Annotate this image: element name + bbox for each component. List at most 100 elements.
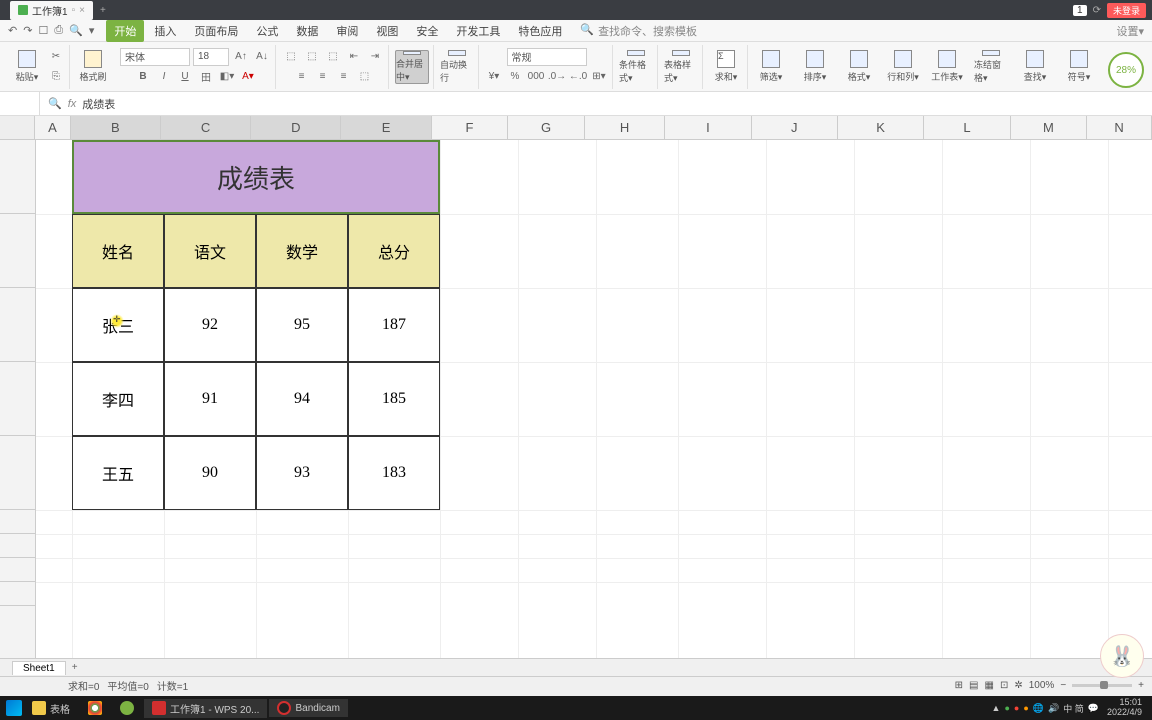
menu-start[interactable]: 开始 xyxy=(106,20,144,42)
data-cell[interactable]: 185 xyxy=(348,362,440,436)
tab-close-icon[interactable]: × xyxy=(79,5,85,16)
cut-button[interactable]: ✂ xyxy=(47,48,65,66)
row-header[interactable] xyxy=(0,558,35,582)
wrap-text-button[interactable]: 自动换行 xyxy=(440,50,474,84)
data-cell[interactable]: 王五 xyxy=(72,436,164,510)
bold-button[interactable]: B xyxy=(134,68,152,86)
number-format-select[interactable]: 常规 xyxy=(507,48,587,66)
col-header-M[interactable]: M xyxy=(1011,116,1088,139)
row-header[interactable] xyxy=(0,362,35,436)
align-center-button[interactable]: ≡ xyxy=(314,68,332,86)
tray-volume-icon[interactable]: 🔊 xyxy=(1048,703,1059,714)
data-cell[interactable]: 92 xyxy=(164,288,256,362)
col-header-F[interactable]: F xyxy=(432,116,509,139)
zoom-out-button[interactable]: − xyxy=(1060,680,1066,691)
undo-button[interactable]: ↶ xyxy=(8,24,17,37)
tray-icon[interactable]: ● xyxy=(1023,703,1028,713)
fx-label[interactable]: fx xyxy=(68,98,77,110)
taskbar-chrome[interactable] xyxy=(80,699,110,717)
qat-more-button[interactable]: ▾ xyxy=(89,24,95,37)
performance-badge[interactable]: 28% xyxy=(1108,52,1144,88)
col-header-H[interactable]: H xyxy=(585,116,665,139)
inc-decimal-button[interactable]: .0→ xyxy=(548,68,566,86)
row-header[interactable] xyxy=(0,214,35,288)
menu-insert[interactable]: 插入 xyxy=(146,20,184,42)
data-cell[interactable]: 李四 xyxy=(72,362,164,436)
start-button[interactable] xyxy=(6,700,22,716)
tray-notifications-icon[interactable]: 💬 xyxy=(1088,703,1099,714)
taskbar-wps[interactable]: 工作簿1 - WPS 20... xyxy=(144,699,267,718)
row-header[interactable] xyxy=(0,140,35,214)
data-cell[interactable]: 90 xyxy=(164,436,256,510)
grow-font-button[interactable]: A↑ xyxy=(232,48,250,66)
fill-color-button[interactable]: ◧▾ xyxy=(218,68,236,86)
tray-ime[interactable]: 中 简 xyxy=(1063,702,1084,715)
menu-dev[interactable]: 开发工具 xyxy=(448,20,508,42)
type-convert-button[interactable]: ⊞▾ xyxy=(590,68,608,86)
copy-button[interactable]: ⎘ xyxy=(47,68,65,86)
shrink-font-button[interactable]: A↓ xyxy=(253,48,271,66)
font-color-button[interactable]: A▾ xyxy=(239,68,257,86)
row-header[interactable] xyxy=(0,534,35,558)
zoom-level[interactable]: 100% xyxy=(1029,680,1055,691)
add-sheet-button[interactable]: + xyxy=(66,662,84,673)
merge-center-button[interactable]: 合并居中▾ xyxy=(395,50,429,84)
taskbar-bandicam[interactable]: Bandicam xyxy=(269,699,347,717)
find-button[interactable]: 查找▾ xyxy=(1018,50,1052,84)
align-bottom-button[interactable]: ⬚ xyxy=(324,48,342,66)
sort-button[interactable]: 排序▾ xyxy=(798,50,832,84)
sheet-tab[interactable]: Sheet1 xyxy=(12,661,66,675)
data-cell[interactable]: 91 xyxy=(164,362,256,436)
header-cell[interactable]: 总分 xyxy=(348,214,440,288)
indent-dec-button[interactable]: ⇤ xyxy=(345,48,363,66)
cloud-icon[interactable]: ⟳ xyxy=(1093,5,1101,16)
col-header-I[interactable]: I xyxy=(665,116,751,139)
taskbar-wechat[interactable] xyxy=(112,699,142,717)
col-header-K[interactable]: K xyxy=(838,116,924,139)
col-header-E[interactable]: E xyxy=(341,116,431,139)
table-title-cell[interactable]: 成绩表 xyxy=(72,140,440,214)
row-header[interactable] xyxy=(0,436,35,510)
font-size-select[interactable]: 18 xyxy=(193,48,229,66)
data-cell[interactable]: 93 xyxy=(256,436,348,510)
table-style-button[interactable]: 表格样式▾ xyxy=(664,50,698,84)
menu-view[interactable]: 视图 xyxy=(368,20,406,42)
command-search[interactable]: 🔍 查找命令、搜索模板 xyxy=(580,23,697,39)
row-header[interactable] xyxy=(0,288,35,362)
align-middle-button[interactable]: ⬚ xyxy=(303,48,321,66)
col-header-B[interactable]: B xyxy=(71,116,161,139)
fx-expand-icon[interactable]: 🔍 xyxy=(48,97,62,110)
taskbar-folder[interactable]: 表格 xyxy=(24,699,78,718)
col-header-G[interactable]: G xyxy=(508,116,585,139)
format-painter-button[interactable]: 格式刷 xyxy=(76,50,110,84)
align-left-button[interactable]: ≡ xyxy=(293,68,311,86)
col-header-A[interactable]: A xyxy=(35,116,70,139)
view-read-icon[interactable]: ⊡ xyxy=(1000,680,1008,691)
data-cell[interactable]: 187 xyxy=(348,288,440,362)
menu-special[interactable]: 特色应用 xyxy=(510,20,570,42)
new-tab-button[interactable]: + xyxy=(93,5,113,16)
data-cell[interactable]: 183 xyxy=(348,436,440,510)
menu-data[interactable]: 数据 xyxy=(288,20,326,42)
symbol-button[interactable]: 符号▾ xyxy=(1062,50,1096,84)
tray-icon[interactable]: ▲ xyxy=(992,703,1001,713)
cells-canvas[interactable]: 成绩表 姓名 语文 数学 总分 张三 92 95 187 李四 91 94 18… xyxy=(36,140,1152,658)
login-button[interactable]: 未登录 xyxy=(1107,3,1146,18)
tray-icon[interactable]: ● xyxy=(1014,703,1019,713)
menu-security[interactable]: 安全 xyxy=(408,20,446,42)
rowcol-button[interactable]: 行和列▾ xyxy=(886,50,920,84)
col-header-L[interactable]: L xyxy=(924,116,1010,139)
format-button[interactable]: 格式▾ xyxy=(842,50,876,84)
menu-formula[interactable]: 公式 xyxy=(248,20,286,42)
formula-input[interactable]: 成绩表 xyxy=(82,96,115,112)
row-header[interactable] xyxy=(0,582,35,606)
settings-icon[interactable]: ✲ xyxy=(1014,680,1022,691)
orientation-button[interactable]: ⬚ xyxy=(356,68,374,86)
view-normal-icon[interactable]: ⊞ xyxy=(955,680,963,691)
col-header-J[interactable]: J xyxy=(752,116,838,139)
data-cell[interactable]: 95 xyxy=(256,288,348,362)
view-break-icon[interactable]: ▦ xyxy=(985,680,994,691)
print-button[interactable]: ⎙ xyxy=(54,24,63,37)
dec-decimal-button[interactable]: ←.0 xyxy=(569,68,587,86)
col-header-D[interactable]: D xyxy=(251,116,341,139)
